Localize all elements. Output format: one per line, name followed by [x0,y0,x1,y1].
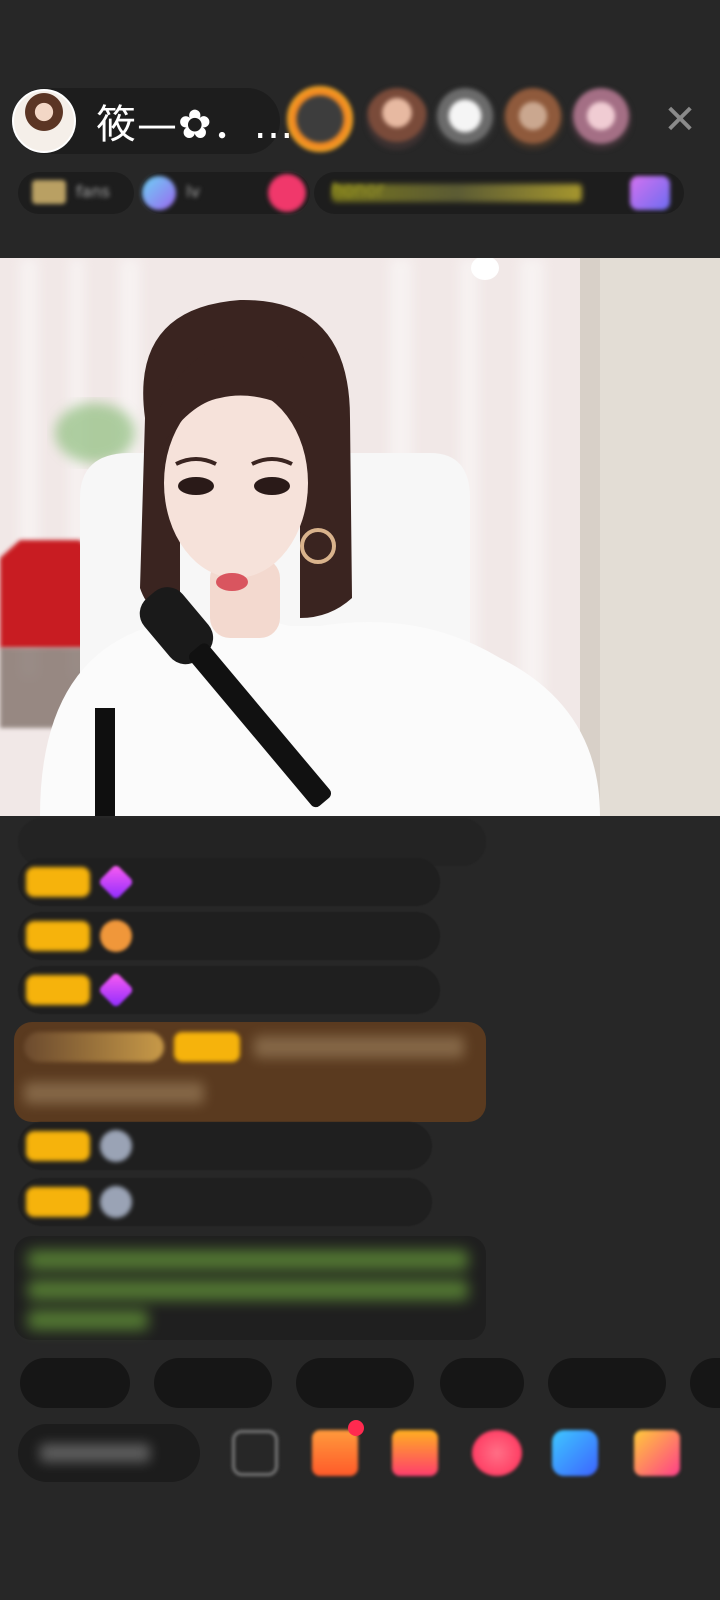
gift-notice-blur-2 [24,1082,204,1104]
treasure-icon[interactable] [392,1430,438,1476]
level-badge [26,1131,90,1161]
emoji-icon[interactable] [232,1430,278,1476]
chat-input-blur [40,1444,150,1462]
sticker-icon [100,1130,132,1162]
store-icon[interactable] [634,1430,680,1476]
chat-message-row[interactable] [18,1178,432,1226]
badge-row: fans lv honor [18,172,708,214]
fans-club-text: fans [76,182,110,201]
gift-notice-blur-1 [254,1036,464,1058]
level-chip[interactable]: lv [140,172,310,214]
top-viewer-avatar-1[interactable] [287,86,353,152]
chat-input[interactable] [18,1424,200,1482]
quick-reply-button-partial[interactable] [690,1358,720,1408]
quick-reply-button[interactable] [296,1358,414,1408]
system-notice-blur [28,1280,468,1300]
host-name: 筱—✿．… [96,102,295,148]
host-avatar[interactable] [12,89,76,153]
honor-badge-icon [630,176,670,210]
game-icon[interactable] [552,1430,598,1476]
chat-message-row[interactable] [18,912,440,960]
system-notice-bubble [14,1236,486,1340]
chat-message-row[interactable] [18,1122,432,1170]
quick-reply-button[interactable] [548,1358,666,1408]
gift-box-icon[interactable] [312,1430,358,1476]
gift-notice-bubble[interactable] [14,1022,486,1122]
chat-message-row[interactable] [18,966,440,1014]
level-badge [26,1187,90,1217]
quick-reply-button[interactable] [20,1358,130,1408]
sticker-icon [100,1186,132,1218]
vip-badge-icon [24,1032,164,1062]
level-text: lv [186,182,200,201]
top-viewer-avatar-4[interactable] [502,88,564,150]
host-info-pill[interactable]: 筱—✿．… [12,88,294,154]
chat-message-row[interactable] [18,858,440,906]
fans-level-badge [174,1032,240,1062]
top-viewer-avatar-2[interactable] [366,88,428,150]
rose-icon[interactable] [268,174,306,212]
quick-reply-button[interactable] [440,1358,524,1408]
live-video-stream[interactable] [0,258,720,816]
fans-icon [32,180,66,204]
shell-icon [100,920,132,952]
quick-reply-button[interactable] [154,1358,272,1408]
heart-icon[interactable] [472,1430,522,1476]
level-badge [26,867,90,897]
top-viewer-avatar-3[interactable] [434,88,496,150]
system-notice-blur [28,1310,148,1330]
diamond-icon [97,971,135,1009]
honor-chip[interactable]: honor [314,172,684,214]
streamer-video-frame [0,258,720,816]
notification-dot-icon [348,1420,364,1436]
diamond-icon [142,176,176,210]
top-viewer-avatar-5[interactable] [570,88,632,150]
close-icon[interactable]: ✕ [660,100,700,140]
diamond-icon [97,863,135,901]
honor-bar-icon [332,184,582,202]
level-badge [26,921,90,951]
fans-club-chip[interactable]: fans [18,172,134,214]
level-badge [26,975,90,1005]
system-notice-blur [28,1250,468,1270]
